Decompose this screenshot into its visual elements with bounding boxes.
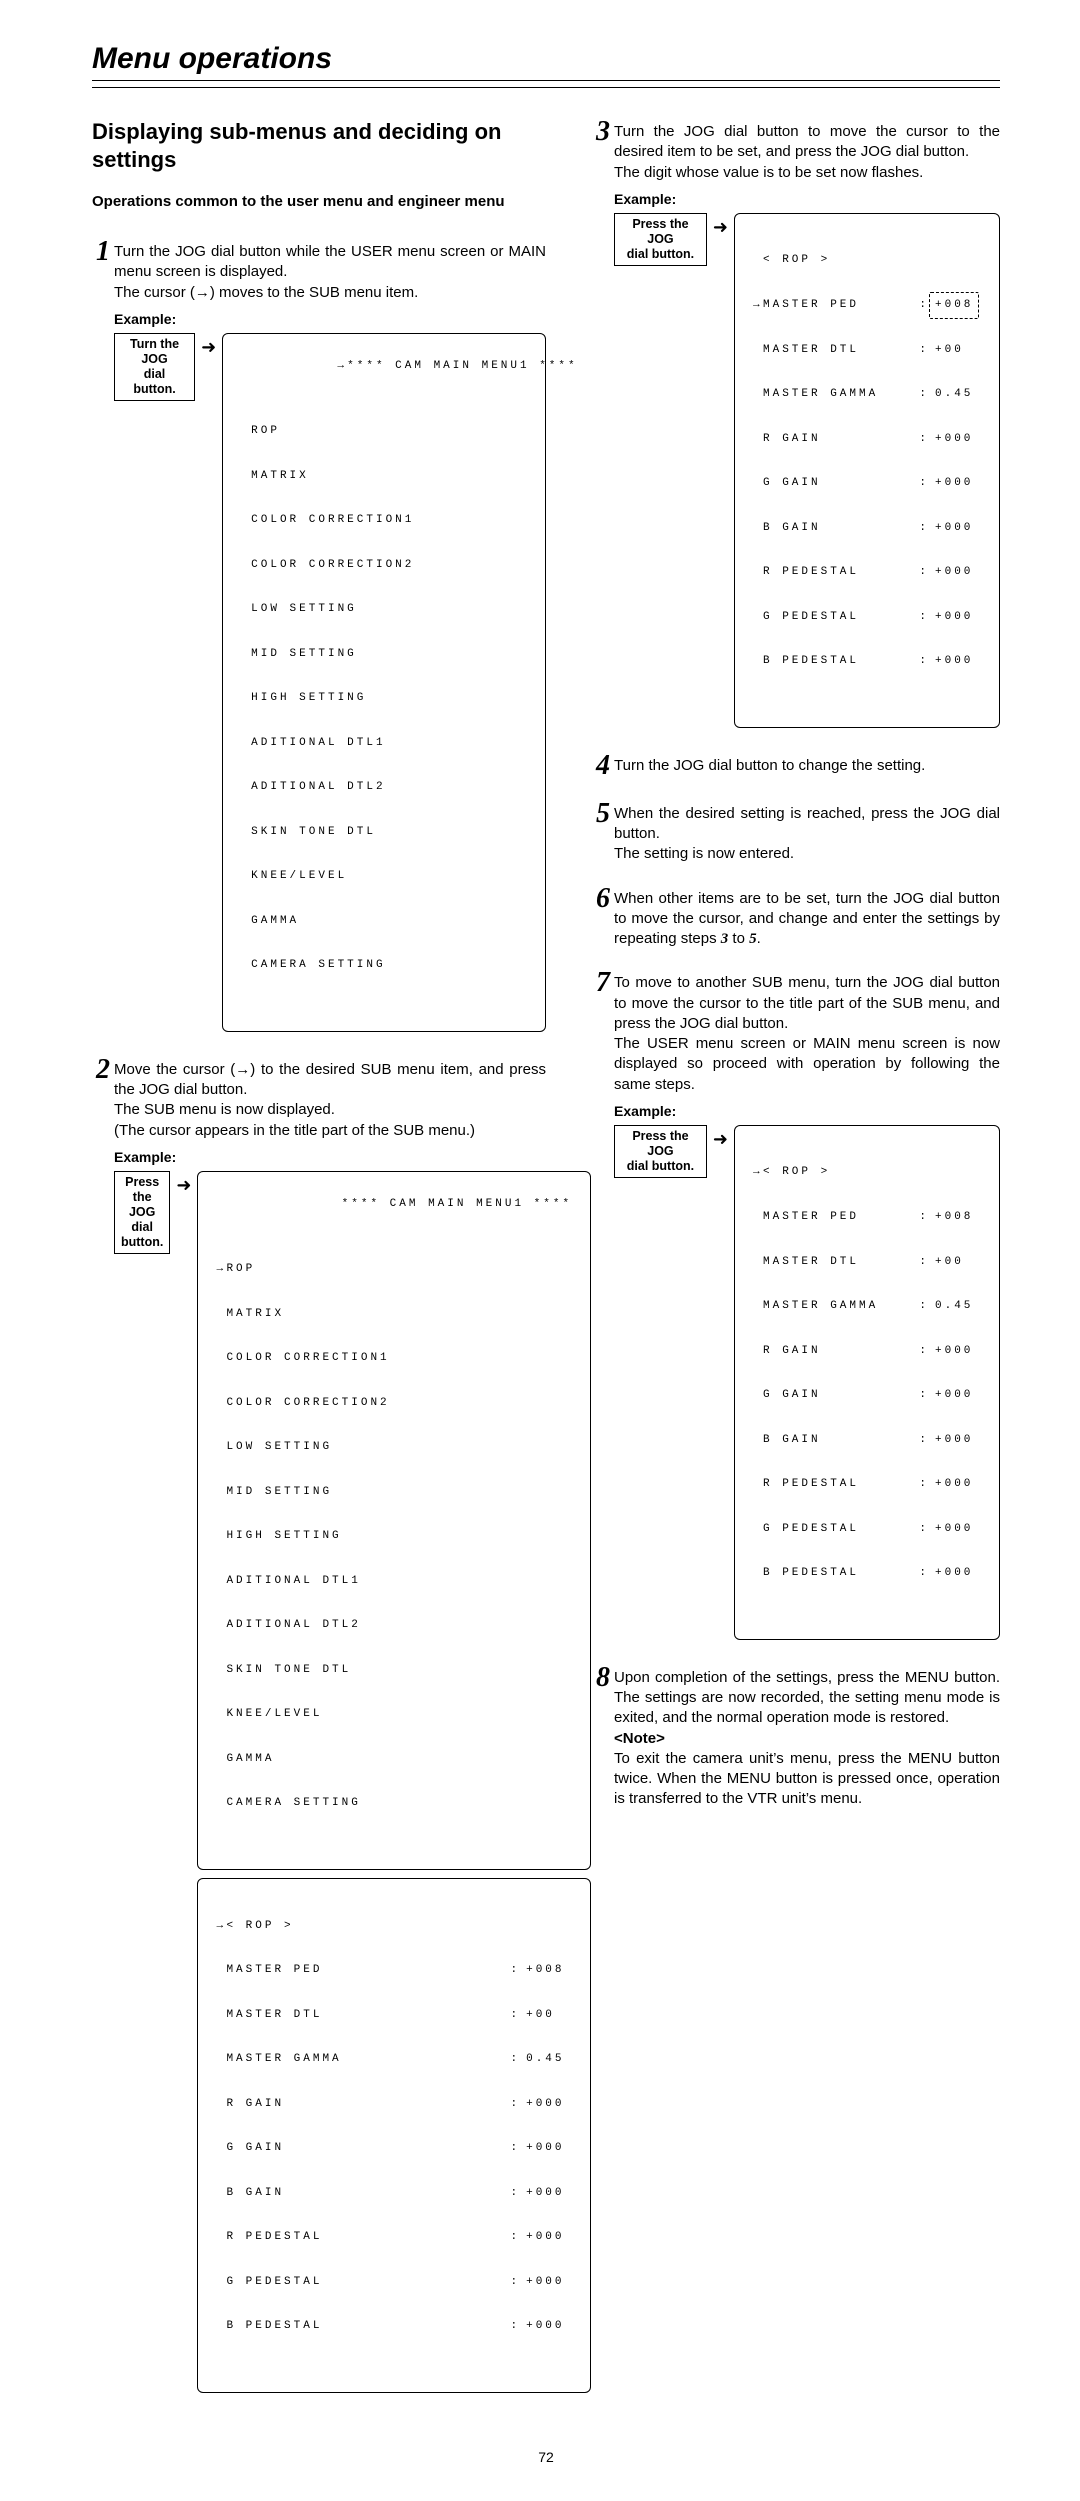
osd-rop-title-cursor: →< ROP > MASTER PED:+008 MASTER DTL:+00 … [197, 1878, 591, 2393]
step-number: 4 [592, 752, 614, 780]
instr-line: Press the JOG [632, 217, 688, 246]
osd-rop-title-cursor: →< ROP > MASTER PED:+008 MASTER DTL:+00 … [734, 1125, 1000, 1640]
example-2: Press the JOG dial button. ➜ **** CAM MA… [114, 1171, 546, 2401]
instr-line: Press the JOG [632, 1129, 688, 1158]
example-label: Example: [614, 1103, 1000, 1119]
instruction-turn-jog: Turn the JOG dial button. [114, 333, 195, 401]
step-number: 8 [592, 1664, 614, 1692]
step-text: Turn the JOG dial button to move the cur… [614, 118, 1000, 183]
two-column-layout: Displaying sub-menus and deciding on set… [92, 118, 1000, 2425]
section-title: Displaying sub-menus and deciding on set… [92, 118, 546, 173]
arrow-icon: ➜ [707, 1125, 734, 1150]
step-3: 3 Turn the JOG dial button to move the c… [592, 118, 1000, 183]
example-1: Turn the JOG dial button. ➜ →**** CAM MA… [114, 333, 546, 1032]
step-5: 5 When the desired setting is reached, p… [592, 800, 1000, 865]
step-2: 2 Move the cursor (→) to the desired SUB… [92, 1056, 546, 1141]
manual-page: Menu operations Displaying sub-menus and… [0, 0, 1080, 2501]
example-label: Example: [614, 191, 1000, 207]
step-number: 5 [592, 800, 614, 828]
instr-line: Turn the JOG [130, 337, 179, 366]
osd-main-menu: →**** CAM MAIN MENU1 **** ROP MATRIX COL… [222, 333, 546, 1032]
step-number: 6 [592, 885, 614, 913]
note-body: To exit the camera unit’s menu, press th… [614, 1750, 1000, 1808]
page-title: Menu operations [92, 42, 1000, 76]
osd-rop-edit-masterped: < ROP > →MASTER PED:+008 MASTER DTL:+00 … [734, 213, 1000, 728]
step-number: 1 [92, 238, 114, 266]
example-3: Press the JOG dial button. ➜ < ROP > →MA… [614, 213, 1000, 728]
instr-line: Press the JOG [125, 1175, 159, 1219]
step-number: 2 [92, 1056, 114, 1084]
osd-stack: **** CAM MAIN MENU1 **** →ROP MATRIX COL… [197, 1171, 591, 2401]
flashing-value: +008 [935, 298, 973, 313]
step-number: 3 [592, 118, 614, 146]
example-label: Example: [114, 311, 546, 327]
step-text: To move to another SUB menu, turn the JO… [614, 969, 1000, 1095]
step-text: When the desired setting is reached, pre… [614, 800, 1000, 865]
right-column: 3 Turn the JOG dial button to move the c… [592, 118, 1000, 2425]
arrow-icon: ➜ [707, 213, 734, 238]
step-4: 4 Turn the JOG dial button to change the… [592, 752, 1000, 780]
instruction-press-jog: Press the JOG dial button. [614, 1125, 707, 1178]
instr-line: dial button. [121, 1220, 163, 1249]
step-8: 8 Upon completion of the settings, press… [592, 1664, 1000, 1810]
left-column: Displaying sub-menus and deciding on set… [92, 118, 546, 2425]
page-number: 72 [92, 2449, 1000, 2465]
lead-text: Operations common to the user menu and e… [92, 193, 546, 210]
arrow-icon: ➜ [170, 1171, 197, 1196]
instruction-press-jog: Press the JOG dial button. [614, 213, 707, 266]
arrow-icon: ➜ [195, 333, 222, 358]
osd-title: **** CAM MAIN MENU1 **** [332, 1198, 572, 1210]
instr-line: dial button. [133, 367, 175, 396]
note-label: <Note> [614, 1730, 665, 1747]
example-7: Press the JOG dial button. ➜ →< ROP > MA… [614, 1125, 1000, 1640]
step-text: Move the cursor (→) to the desired SUB m… [114, 1056, 546, 1141]
instr-line: dial button. [627, 247, 694, 261]
step-1: 1 Turn the JOG dial button while the USE… [92, 238, 546, 303]
instr-line: dial button. [627, 1159, 694, 1173]
example-label: Example: [114, 1149, 546, 1165]
step-6: 6 When other items are to be set, turn t… [592, 885, 1000, 950]
step-7: 7 To move to another SUB menu, turn the … [592, 969, 1000, 1095]
title-rule [92, 80, 1000, 88]
step-text: Upon completion of the settings, press t… [614, 1664, 1000, 1810]
step-text: Turn the JOG dial button to change the s… [614, 752, 1000, 776]
osd-title: →**** CAM MAIN MENU1 **** [337, 360, 577, 372]
osd-main-menu-cursor-rop: **** CAM MAIN MENU1 **** →ROP MATRIX COL… [197, 1171, 591, 1870]
step-text: Turn the JOG dial button while the USER … [114, 238, 546, 303]
instruction-press-jog: Press the JOG dial button. [114, 1171, 170, 1254]
step-number: 7 [592, 969, 614, 997]
step-text: When other items are to be set, turn the… [614, 885, 1000, 950]
